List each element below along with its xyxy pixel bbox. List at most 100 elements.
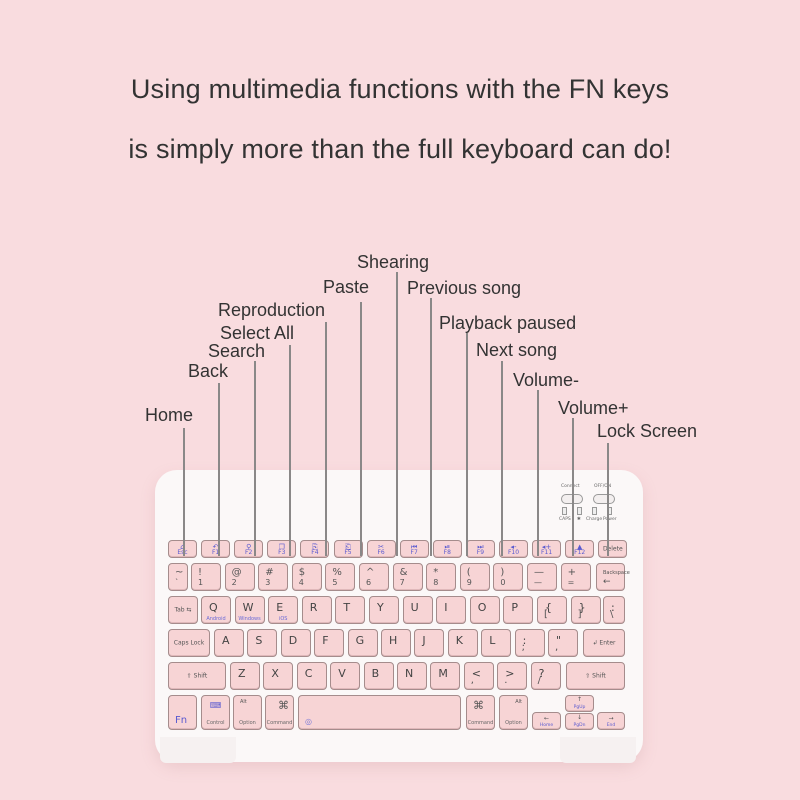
key-symbol: 5 [332, 578, 338, 587]
key-e[interactable]: EiOS [268, 596, 299, 624]
key-label: ⇧ Shift [186, 672, 208, 680]
key-9[interactable]: (9 [459, 563, 490, 591]
key-h[interactable]: H [381, 629, 411, 657]
key-s[interactable]: S [247, 629, 278, 657]
leader-line-reproduction [325, 322, 327, 556]
key-8[interactable]: * 8 [426, 563, 457, 591]
key-symbol: / [537, 675, 541, 686]
key-c[interactable]: C [296, 662, 327, 690]
key-r[interactable]: R [301, 596, 332, 624]
key-sym[interactable]: + = [560, 563, 591, 591]
key-i[interactable]: I [436, 596, 467, 624]
key-caps-lock[interactable]: Caps Lock [168, 629, 210, 657]
key-sym[interactable]: >. [497, 662, 528, 690]
key-label: C [304, 667, 313, 680]
key-option-left[interactable]: Alt Option [233, 695, 262, 730]
key-6[interactable]: ^ 6 [359, 563, 389, 591]
key-o[interactable]: O [469, 596, 500, 624]
key-2[interactable]: @2 [224, 563, 255, 591]
key-f1[interactable]: ↶ F1 [201, 540, 231, 558]
key-f7[interactable]: ⏮ F7 [399, 540, 429, 558]
key-label: F1 [211, 549, 220, 556]
key-5[interactable]: % 5 [325, 563, 356, 591]
key-1[interactable]: ! 1 [191, 563, 221, 591]
key-command-left[interactable]: ⌘ Command [265, 695, 294, 730]
key-shift-symbol: @ [231, 567, 242, 578]
key-f10[interactable]: ◂- F10 [499, 540, 528, 558]
key-7[interactable]: & 7 [392, 563, 423, 591]
key-f12[interactable]: ▲ F12 [565, 540, 595, 558]
key-control[interactable]: ⌨ Control [201, 695, 230, 730]
key-symbol: 6 [366, 578, 372, 587]
key-p[interactable]: P [503, 596, 534, 624]
key-label: L [489, 634, 496, 647]
key-t[interactable]: T [335, 596, 366, 624]
key-tab[interactable]: Tab ⇆ [168, 596, 198, 624]
key-sym[interactable]: {[ [537, 596, 567, 624]
key-w[interactable]: W Windows [234, 596, 265, 624]
key-label: F12 [574, 549, 586, 556]
key-sym[interactable]: ", [548, 629, 578, 657]
key-k[interactable]: K [447, 629, 478, 657]
callout-next-song: Next song [476, 340, 558, 360]
key-f6[interactable]: ✂ F6 [366, 540, 396, 558]
key-n[interactable]: N [397, 662, 427, 690]
key-command-right[interactable]: ⌘ Command [466, 695, 495, 730]
key-sym[interactable]: }] [570, 596, 601, 624]
key-z[interactable]: Z [230, 662, 260, 690]
key-label: Command [266, 720, 293, 726]
key-f9[interactable]: ⏭ F9 [465, 540, 495, 558]
key-u[interactable]: U [402, 596, 433, 624]
key-a[interactable]: A [214, 629, 244, 657]
key-fn[interactable]: Fn [168, 695, 197, 730]
key-x[interactable]: X [263, 662, 294, 690]
key-symbol: . [504, 675, 508, 686]
os-label-ios: iOS [278, 616, 288, 622]
key-m[interactable]: M [430, 662, 461, 690]
key-right-shift[interactable]: ⇧ Shift [566, 662, 625, 690]
key-sym[interactable]: ~ ` [168, 563, 188, 591]
key-sym[interactable]: ? / [530, 662, 561, 690]
os-label-windows: Windows [238, 616, 261, 622]
power-switch[interactable] [593, 494, 615, 504]
key-shift-symbol: ) [500, 567, 505, 578]
caps-led [562, 507, 567, 515]
key-sym[interactable]: — — [527, 563, 557, 591]
key-arrow-right[interactable]: → End [597, 712, 625, 730]
key-f5[interactable]: ⎗ F5 [333, 540, 363, 558]
key-b[interactable]: B [363, 662, 394, 690]
key-arrow-up[interactable]: ↑ PgUp [565, 695, 594, 712]
key-option-right[interactable]: Alt Option [499, 695, 528, 730]
key-0[interactable]: ) 0 [493, 563, 524, 591]
key-label: M [438, 667, 448, 680]
key-f8[interactable]: ⏯ F8 [432, 540, 462, 558]
key-left-shift[interactable]: ⇧ Shift [168, 662, 226, 690]
key-d[interactable]: D [280, 629, 311, 657]
key-3[interactable]: #3 [258, 563, 289, 591]
key-f[interactable]: F [314, 629, 345, 657]
key-q[interactable]: Q Android [201, 596, 231, 624]
key-arrow-down[interactable]: ↓ PgDn [565, 713, 594, 730]
key-g[interactable]: G [347, 629, 378, 657]
key-l[interactable]: L [481, 629, 512, 657]
key-f2[interactable]: ⚲ F2 [234, 540, 264, 558]
key-enter[interactable]: ↲ Enter [583, 629, 625, 657]
key-4[interactable]: $4 [291, 563, 322, 591]
key-backspace[interactable]: Backspace ← [596, 563, 630, 591]
key-sym[interactable]: <, [463, 662, 494, 690]
key-delete[interactable]: Delete [598, 540, 628, 558]
key-label: ↲ Enter [592, 639, 616, 647]
key-sym[interactable]: : \ [603, 596, 625, 624]
key-f3[interactable]: ❐ F3 [267, 540, 297, 558]
key-j[interactable]: J [414, 629, 445, 657]
key-arrow-left[interactable]: ← Home [532, 712, 561, 730]
key-v[interactable]: V [330, 662, 361, 690]
key-sym[interactable]: :; [514, 629, 545, 657]
callout-playback-paused: Playback paused [439, 313, 577, 333]
charge-led-label: Charge [586, 517, 603, 522]
keyboard-foot-left [160, 737, 236, 763]
key-space[interactable]: ◎ [298, 695, 461, 730]
key-shift-symbol: & [399, 567, 408, 578]
key-y[interactable]: Y [369, 596, 399, 624]
key-symbol: = [567, 578, 575, 587]
